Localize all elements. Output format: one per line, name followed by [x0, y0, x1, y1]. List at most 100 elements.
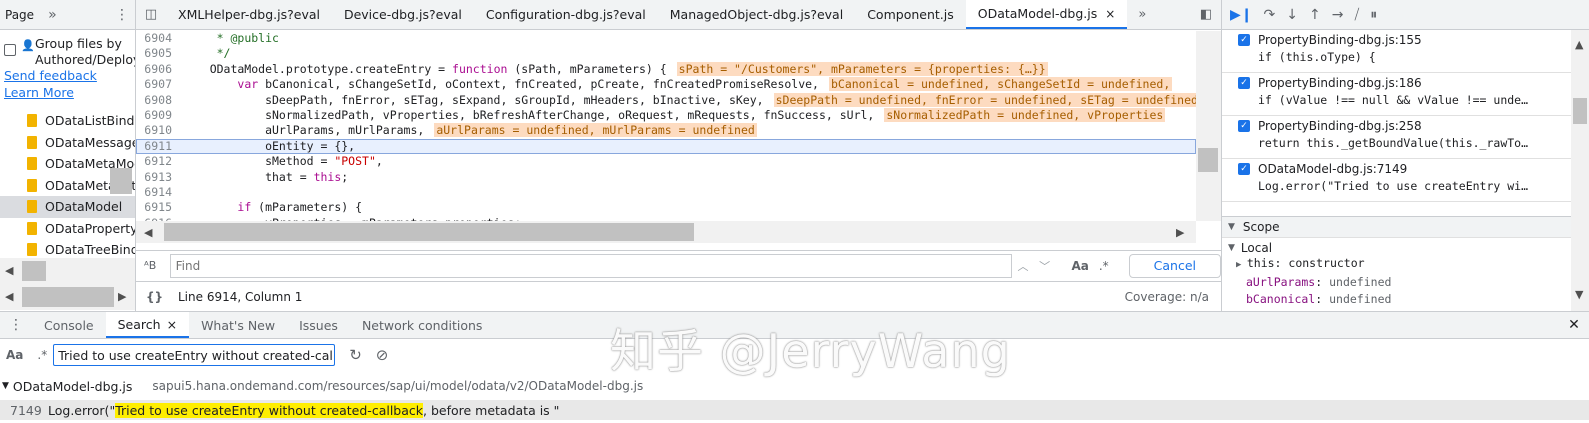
navigator-horizontal-scrollbar-2[interactable]: ◀ ▶ [0, 284, 135, 310]
code-line[interactable]: 6907 var bCanonical, sChangeSetId, oCont… [136, 77, 1196, 92]
result-file-row[interactable]: ▼ ODataModel-dbg.js sapui5.hana.ondemand… [0, 376, 1589, 396]
line-number[interactable]: 6912 [136, 154, 176, 169]
scroll-right-icon[interactable]: ▶ [118, 290, 126, 303]
code-line[interactable]: 6912 sMethod = "POST", [136, 154, 1196, 169]
local-scope-header[interactable]: ▼ Local [1222, 241, 1589, 255]
find-input[interactable] [169, 253, 1013, 278]
scroll-thumb[interactable] [22, 287, 114, 307]
replace-toggle-icon[interactable]: ᴬB [144, 259, 166, 272]
scroll-thumb[interactable] [1198, 148, 1218, 172]
breakpoint-checkbox[interactable]: ✓ [1238, 34, 1250, 46]
regex-button[interactable]: .* [1099, 259, 1109, 273]
pretty-print-button[interactable]: {} [146, 290, 178, 304]
code-line[interactable]: 6915 if (mParameters) { [136, 200, 1196, 215]
scope-section-header[interactable]: ▼ Scope [1222, 216, 1589, 238]
scope-variable[interactable]: bCanonical: undefined [1222, 291, 1589, 308]
line-number[interactable]: 6908 [136, 93, 176, 108]
code-line[interactable]: 6905 */ [136, 46, 1196, 61]
resume-icon[interactable]: ▶❙ [1230, 7, 1253, 23]
code-line[interactable]: 6914 [136, 185, 1196, 200]
step-out-icon[interactable]: ↑ [1309, 7, 1321, 23]
file-tree-item[interactable]: ODataMessageParser [0, 132, 135, 154]
breakpoint-item[interactable]: ✓ PropertyBinding-dbg.js:155 if (this.oTyp… [1222, 30, 1571, 73]
editor-tab[interactable]: XMLHelper-dbg.js?eval [166, 0, 332, 29]
line-number[interactable]: 6910 [136, 123, 176, 138]
scroll-down-icon[interactable]: ▼ [1575, 288, 1583, 301]
line-number[interactable]: 6915 [136, 200, 176, 215]
line-number[interactable]: 6904 [136, 31, 176, 46]
code-line[interactable]: 6911 oEntity = {}, [136, 138, 1196, 155]
debugger-vertical-scrollbar[interactable]: ▲ ▼ [1571, 30, 1589, 311]
toggle-debugger-icon[interactable]: ◧ [1191, 0, 1221, 29]
breakpoint-checkbox[interactable]: ✓ [1238, 77, 1250, 89]
learn-more-link[interactable]: Learn More [4, 85, 74, 100]
navigator-menu-icon[interactable]: ⋮ [115, 7, 129, 23]
breakpoint-item[interactable]: ✓ PropertyBinding-dbg.js:258 return this._… [1222, 116, 1571, 159]
code-horizontal-scrollbar[interactable]: ◀ ▶ [136, 221, 1196, 243]
code-line[interactable]: 6909 sNormalizedPath, vProperties, bRefr… [136, 107, 1196, 123]
scroll-right-icon[interactable]: ▶ [1176, 226, 1184, 239]
file-tree-item[interactable]: ODataModel [0, 196, 135, 218]
editor-tab[interactable]: ODataModel-dbg.js × [965, 0, 1128, 29]
step-over-icon[interactable]: ↷ [1264, 7, 1276, 23]
line-number[interactable]: 6905 [136, 46, 176, 61]
scope-variable[interactable]: aUrlParams: undefined [1222, 274, 1589, 291]
breakpoint-checkbox[interactable]: ✓ [1238, 163, 1250, 175]
clear-icon[interactable]: ⊘ [376, 346, 389, 364]
deactivate-breakpoints-icon[interactable]: ⧸ [1354, 7, 1359, 23]
scroll-thumb[interactable] [1573, 98, 1587, 124]
navigator-vertical-scroll-thumb[interactable] [110, 168, 132, 194]
scroll-left-icon[interactable]: ◀ [5, 264, 13, 277]
editor-tab[interactable]: Component.js [855, 0, 966, 29]
refresh-icon[interactable]: ↻ [349, 346, 362, 364]
line-number[interactable]: 6906 [136, 62, 176, 77]
match-case-button[interactable]: Aa [1071, 259, 1088, 273]
cancel-find-button[interactable]: Cancel [1128, 253, 1222, 278]
group-files-option[interactable]: 👤 Group files by Authored/Deployed [4, 36, 135, 68]
code-area[interactable]: 6904 * @public 6905 */6906 ODataModel.pro… [136, 31, 1196, 221]
line-number[interactable]: 6914 [136, 185, 176, 200]
file-tree-item[interactable]: ODataListBinding [0, 110, 135, 132]
search-input[interactable] [53, 344, 336, 366]
line-number[interactable]: 6909 [136, 108, 176, 123]
scroll-left-icon[interactable]: ◀ [5, 290, 13, 303]
more-editor-tabs-icon[interactable]: » [1127, 0, 1157, 29]
navigator-horizontal-scrollbar[interactable]: ◀ [0, 258, 135, 284]
code-line[interactable]: 6904 * @public [136, 31, 1196, 46]
pause-on-exceptions-icon[interactable]: ⏸ [1370, 7, 1377, 23]
scope-this-entry[interactable]: ▶ this: constructor [1222, 255, 1589, 274]
code-line[interactable]: 6913 that = this; [136, 170, 1196, 185]
line-number[interactable]: 6907 [136, 77, 176, 92]
close-drawer-icon[interactable]: ✕ [1559, 312, 1589, 338]
drawer-tab[interactable]: Search × [105, 312, 190, 338]
code-line[interactable]: 6906 ODataModel.prototype.createEntry = … [136, 61, 1196, 77]
scroll-thumb[interactable] [22, 261, 46, 281]
editor-tab[interactable]: Configuration-dbg.js?eval [474, 0, 658, 29]
navigator-tab-page[interactable]: Page [5, 8, 34, 22]
group-files-checkbox[interactable] [4, 44, 16, 56]
more-tabs-icon[interactable]: » [48, 7, 57, 23]
drawer-tab[interactable]: Console [32, 312, 106, 338]
toggle-navigator-icon[interactable]: ◫ [136, 0, 166, 29]
result-match-row[interactable]: 7149 Log.error(" Tried to use createEntry… [0, 400, 1589, 420]
step-into-icon[interactable]: ↓ [1286, 7, 1298, 23]
code-line[interactable]: 6910 aUrlParams, mUrlParams, aUrlParams =… [136, 123, 1196, 138]
search-match-case-button[interactable]: Aa [6, 348, 23, 362]
drawer-tab[interactable]: Issues [287, 312, 350, 338]
line-number[interactable]: 6911 [136, 139, 176, 154]
step-icon[interactable]: → [1332, 7, 1344, 23]
file-tree-item[interactable]: ODataPropertyBinding [0, 218, 135, 240]
find-previous-icon[interactable]: ︿ [1012, 258, 1034, 274]
scroll-left-icon[interactable]: ◀ [144, 226, 152, 239]
drawer-tab[interactable]: What's New [189, 312, 287, 338]
breakpoint-item[interactable]: ✓ ODataModel-dbg.js:7149 Log.error("Tried … [1222, 159, 1571, 202]
drawer-menu-icon[interactable]: ⋮ [0, 312, 32, 338]
send-feedback-link[interactable]: Send feedback [4, 68, 97, 83]
close-tab-icon[interactable]: × [167, 317, 177, 332]
editor-tab[interactable]: Device-dbg.js?eval [332, 0, 474, 29]
code-line[interactable]: 6908 sDeepPath, fnError, sETag, sExpand,… [136, 92, 1196, 108]
search-regex-button[interactable]: .* [37, 348, 47, 362]
line-number[interactable]: 6913 [136, 170, 176, 185]
close-tab-icon[interactable]: × [1105, 7, 1115, 21]
scroll-up-icon[interactable]: ▲ [1575, 38, 1583, 51]
